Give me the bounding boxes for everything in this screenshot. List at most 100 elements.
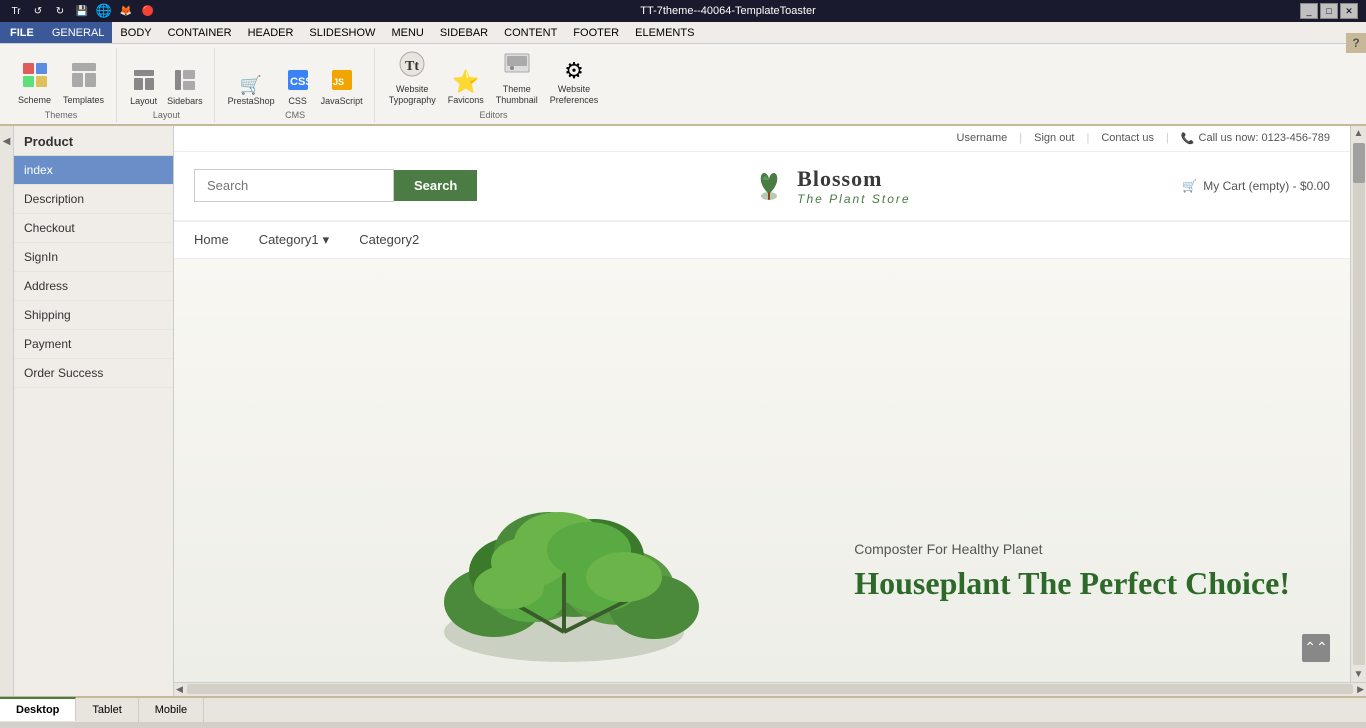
cart-icon: 🛒: [1182, 179, 1197, 193]
preview-header: Search Blossom: [174, 152, 1350, 221]
scheme-icon: [21, 61, 49, 93]
minimize-button[interactable]: _: [1300, 3, 1318, 19]
theme-thumbnail-button[interactable]: ThemeThumbnail: [492, 48, 542, 108]
sidebars-label: Sidebars: [167, 96, 203, 106]
body-menu[interactable]: BODY: [112, 22, 159, 43]
slideshow-menu[interactable]: SLIDESHOW: [301, 22, 383, 43]
tab-tablet[interactable]: Tablet: [76, 698, 138, 722]
themes-group-label: Themes: [45, 110, 78, 120]
favicons-button[interactable]: ⭐ Favicons: [444, 69, 488, 108]
sidebar-item-index[interactable]: index: [14, 156, 173, 185]
typography-label: WebsiteTypography: [389, 84, 436, 106]
preferences-icon: ⚙: [564, 60, 584, 82]
sidebar-item-checkout[interactable]: Checkout: [14, 214, 173, 243]
hero-plant-image: [374, 432, 754, 682]
sidebar-item-order-success[interactable]: Order Success: [14, 359, 173, 388]
ribbon-group-themes-items: Scheme Templates: [14, 48, 108, 108]
cart-text: My Cart (empty) - $0.00: [1203, 179, 1330, 193]
tab-desktop[interactable]: Desktop: [0, 697, 76, 721]
templates-icon: [70, 61, 98, 93]
container-menu[interactable]: CONTAINER: [160, 22, 240, 43]
hero-title: Houseplant The Perfect Choice!: [854, 565, 1290, 602]
horizontal-scrollbar[interactable]: ◀ ▶: [174, 682, 1366, 696]
svg-text:CSS: CSS: [290, 76, 309, 88]
general-menu[interactable]: GENERAL: [44, 22, 113, 43]
templates-button[interactable]: Templates: [59, 59, 108, 108]
scroll-to-top-button[interactable]: ⌃⌃: [1302, 634, 1330, 662]
username-link[interactable]: Username: [957, 132, 1008, 144]
undo-icon[interactable]: ↺: [30, 3, 46, 19]
sidebar-item-payment[interactable]: Payment: [14, 330, 173, 359]
editors-group-label: Editors: [479, 110, 507, 120]
css-button[interactable]: CSS CSS: [282, 67, 314, 108]
footer-menu[interactable]: FOOTER: [565, 22, 627, 43]
website-typography-button[interactable]: Tt WebsiteTypography: [385, 48, 440, 108]
signout-link[interactable]: Sign out: [1034, 132, 1074, 144]
help-button[interactable]: ?: [1346, 33, 1366, 53]
ribbon-content: Scheme Templates Themes: [0, 44, 1366, 124]
tab-mobile[interactable]: Mobile: [139, 698, 204, 722]
sidebar-menu[interactable]: SIDEBAR: [432, 22, 496, 43]
sidebar-item-description[interactable]: Description: [14, 185, 173, 214]
svg-text:JS: JS: [333, 77, 344, 87]
prestashop-button[interactable]: 🛒 PrestaShop: [225, 73, 278, 108]
collapse-panel-button[interactable]: ◀: [0, 126, 14, 696]
record-icon[interactable]: 🔴: [140, 3, 156, 19]
save-icon[interactable]: 💾: [74, 3, 90, 19]
nav-category2[interactable]: Category2: [359, 232, 419, 247]
thumbnail-icon: [503, 50, 531, 82]
scroll-thumb[interactable]: [1353, 143, 1365, 183]
web-icon[interactable]: 🌐: [96, 3, 112, 19]
website-preferences-button[interactable]: ⚙ WebsitePreferences: [546, 58, 603, 108]
scroll-down-arrow[interactable]: ▼: [1352, 667, 1366, 682]
content-menu[interactable]: CONTENT: [496, 22, 565, 43]
layout-button[interactable]: Layout: [127, 67, 160, 108]
redo-icon[interactable]: ↻: [52, 3, 68, 19]
sidebar-item-signin[interactable]: SignIn: [14, 243, 173, 272]
scroll-left-arrow[interactable]: ◀: [174, 684, 185, 695]
logo-sub-text: The Plant Store: [797, 192, 910, 206]
file-menu[interactable]: FILE: [0, 22, 44, 43]
app-icon: Tr: [8, 3, 24, 19]
menu-menu[interactable]: MENU: [383, 22, 431, 43]
window-controls: _ □ ✕: [1300, 3, 1358, 19]
title-bar-left: Tr ↺ ↻ 💾 🌐 🦊 🔴: [8, 3, 156, 19]
window-title: TT-7theme--40064-TemplateToaster: [156, 5, 1300, 17]
typography-icon: Tt: [398, 50, 426, 82]
sidebar-item-address[interactable]: Address: [14, 272, 173, 301]
title-bar: Tr ↺ ↻ 💾 🌐 🦊 🔴 TT-7theme--40064-Template…: [0, 0, 1366, 22]
logo-main-text: Blossom: [797, 166, 910, 192]
sidebar-item-shipping[interactable]: Shipping: [14, 301, 173, 330]
canvas-area: Username | Sign out | Contact us | 📞 Cal…: [174, 126, 1366, 696]
sep1: |: [1019, 132, 1022, 144]
sidebars-button[interactable]: Sidebars: [164, 67, 206, 108]
scheme-button[interactable]: Scheme: [14, 59, 55, 108]
scroll-right-arrow[interactable]: ▶: [1355, 684, 1366, 695]
scroll-up-arrow[interactable]: ▲: [1352, 126, 1366, 141]
maximize-button[interactable]: □: [1320, 3, 1338, 19]
search-input[interactable]: [194, 169, 394, 202]
prestashop-label: PrestaShop: [228, 96, 275, 106]
layout-icon: [133, 69, 155, 96]
close-button[interactable]: ✕: [1340, 3, 1358, 19]
right-scrollbar[interactable]: ▲ ▼: [1350, 126, 1366, 682]
cart-area[interactable]: 🛒 My Cart (empty) - $0.00: [1182, 179, 1330, 193]
search-area: Search: [194, 169, 477, 202]
javascript-button[interactable]: JS JavaScript: [318, 67, 366, 108]
header-menu[interactable]: HEADER: [240, 22, 302, 43]
ribbon-group-editors: Tt WebsiteTypography ⭐ Favicons: [377, 48, 611, 122]
firefox-icon[interactable]: 🦊: [118, 3, 134, 19]
scroll-track: [1353, 143, 1365, 665]
contact-link[interactable]: Contact us: [1101, 132, 1154, 144]
sidebar: Product index Description Checkout SignI…: [14, 126, 174, 696]
preview-hero: Composter For Healthy Planet Houseplant …: [174, 259, 1350, 682]
logo-text: Blossom The Plant Store: [797, 166, 910, 206]
nav-home[interactable]: Home: [194, 232, 229, 247]
svg-text:Tt: Tt: [405, 59, 419, 74]
sep2: |: [1087, 132, 1090, 144]
preview-topbar: Username | Sign out | Contact us | 📞 Cal…: [174, 126, 1350, 152]
search-button[interactable]: Search: [394, 170, 477, 201]
elements-menu[interactable]: ELEMENTS: [627, 22, 702, 43]
canvas-scroll: Username | Sign out | Contact us | 📞 Cal…: [174, 126, 1366, 682]
nav-category1[interactable]: Category1 ▾: [259, 232, 330, 248]
